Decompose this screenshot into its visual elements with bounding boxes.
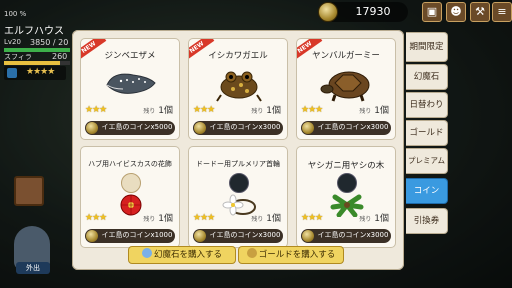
buy-gems-button[interactable]: 幻魔石を購入する <box>128 246 236 264</box>
item-price: イエ島のコインx3000 <box>209 231 281 239</box>
rarity-stars: ★★★ <box>193 213 215 223</box>
price-bar: イエ島のコインx3000 <box>193 229 283 243</box>
item-stock: 残り 1個 <box>359 214 389 224</box>
price-bar: イエ島のコインx3000 <box>193 121 283 135</box>
item-stock: 残り 1個 <box>251 106 281 116</box>
shop-panel: NEW ジンベエザメ ★★★ 残り 1個 イエ島のコインx5000 NEW イシ… <box>72 30 404 270</box>
outside-label[interactable]: 外出 <box>16 262 50 274</box>
item-price: イエ島のコインx1000 <box>101 231 173 239</box>
small-item-icon <box>337 173 357 193</box>
price-bar: イエ島のコインx5000 <box>85 121 175 135</box>
item-price: イエ島のコインx3000 <box>209 123 281 131</box>
character-menu-icon[interactable]: ☻ <box>446 2 466 22</box>
shop-item-card[interactable]: ハブ用ハイビスカスの花飾 ★★★ 残り 1個 イエ島のコインx1000 <box>80 146 180 248</box>
item-stock: 残り 1個 <box>143 214 173 224</box>
rarity-stars: ★★★ <box>85 105 107 115</box>
small-item-icon <box>229 173 249 193</box>
price-bar: イエ島のコインx1000 <box>85 229 175 243</box>
rank-icon <box>7 68 17 78</box>
item-price: イエ島のコインx3000 <box>317 123 389 131</box>
item-name: ヤシガニ用ヤシの木 <box>307 161 385 171</box>
price-bar: イエ島のコインx3000 <box>301 121 391 135</box>
rarity-stars: ★★★ <box>85 213 107 223</box>
shop-item-card[interactable]: NEW イシカワガエル ★★★ 残り 1個 イエ島のコインx3000 <box>188 38 288 140</box>
coin-icon <box>194 122 206 134</box>
item-name: イシカワガエル <box>208 51 268 61</box>
shop-item-card[interactable]: NEW ジンベエザメ ★★★ 残り 1個 イエ島のコインx5000 <box>80 38 180 140</box>
rarity-stars: ★★★ <box>301 105 323 115</box>
treasure-chest-icon[interactable]: ▣ <box>422 2 442 22</box>
item-name: ハブ用ハイビスカスの花飾 <box>88 160 172 168</box>
shop-item-card[interactable]: ヤシガニ用ヤシの木 ★★★ 残り 1個 イエ島のコインx3000 <box>296 146 396 248</box>
item-price: イエ島のコインx5000 <box>101 123 173 131</box>
stamina-value: 260 <box>52 52 68 61</box>
item-price: イエ島のコインx3000 <box>317 231 389 239</box>
turtle-image <box>320 71 370 102</box>
buy-gold-button[interactable]: ゴールドを購入する <box>238 246 344 264</box>
gold-icon <box>246 248 257 258</box>
hp-value: 3850 / 20 <box>30 38 69 47</box>
stamina-bar <box>4 61 70 65</box>
settings-icon[interactable]: ≡ <box>492 2 512 22</box>
price-bar: イエ島のコインx3000 <box>301 229 391 243</box>
item-stock: 残り 1個 <box>251 214 281 224</box>
rarity-stars: ★★★ <box>193 105 215 115</box>
coin-icon <box>194 230 206 242</box>
whale-shark-image <box>106 73 156 94</box>
coin-icon <box>86 230 98 242</box>
shop-item-card[interactable]: NEW ヤンバルガーミー ★★★ 残り 1個 イエ島のコインx3000 <box>296 38 396 140</box>
tab-gems[interactable]: 幻魔石 <box>406 64 448 90</box>
book-icon[interactable] <box>14 176 44 206</box>
item-name: ドードー用プルメリア首輪 <box>196 160 280 168</box>
player-name: エルフハウス <box>4 26 64 37</box>
item-stock: 残り 1個 <box>143 106 173 116</box>
tools-icon[interactable]: ⚒ <box>470 2 490 22</box>
frog-image <box>216 71 262 102</box>
coin-icon <box>302 122 314 134</box>
small-item-icon <box>121 173 141 193</box>
coin-display: 17930 <box>318 2 408 22</box>
item-name: ジンベエザメ <box>104 51 156 61</box>
tab-daily[interactable]: 日替わり <box>406 92 448 118</box>
rank-box: ★★★★ <box>4 66 66 80</box>
item-stock: 残り 1個 <box>359 106 389 116</box>
shop-item-card[interactable]: ドードー用プルメリア首輪 ★★★ 残り 1個 イエ島のコインx3000 <box>188 146 288 248</box>
player-status-panel: 100 % エルフハウス Lv20 3850 / 20 スフィラ 260 ★★★… <box>0 0 80 92</box>
player-level: Lv20 <box>4 38 21 46</box>
tab-premium[interactable]: プレミアム <box>406 148 448 174</box>
tab-limited[interactable]: 期間限定 <box>406 32 448 62</box>
coin-amount: 17930 <box>355 5 391 18</box>
tab-gold[interactable]: ゴールド <box>406 120 448 146</box>
coin-icon <box>318 2 338 22</box>
gem-icon <box>141 248 152 258</box>
item-name: ヤンバルガーミー <box>312 51 380 61</box>
rarity-stars: ★★★ <box>301 213 323 223</box>
coin-icon <box>86 122 98 134</box>
tab-voucher[interactable]: 引換券 <box>406 208 448 234</box>
tab-coin[interactable]: コイン <box>406 178 448 204</box>
rank-stars: ★★★★ <box>26 67 55 77</box>
coin-icon <box>302 230 314 242</box>
hp-percent: 100 % <box>4 10 27 18</box>
